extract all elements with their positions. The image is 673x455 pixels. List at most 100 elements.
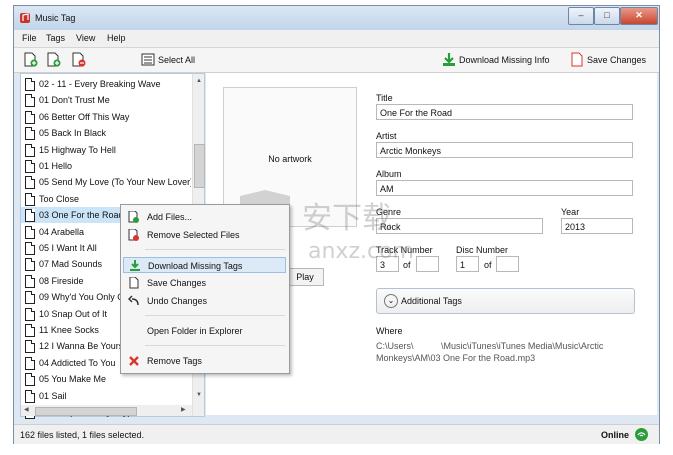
file-name: 02 - 11 - Every Breaking Wave — [39, 79, 161, 89]
document-icon — [25, 373, 35, 387]
year-label: Year — [561, 207, 580, 217]
file-list-item[interactable]: 02 - 11 - Every Breaking Wave — [21, 76, 191, 92]
ctx-open-folder[interactable]: Open Folder in Explorer — [123, 323, 286, 339]
file-list-item[interactable]: 06 Better Off This Way — [21, 109, 191, 125]
ctx-remove-selected-files[interactable]: Remove Selected Files — [123, 227, 286, 243]
status-bar: 162 files listed, 1 files selected. Onli… — [14, 424, 659, 444]
ctx-download-missing-tags-label: Download Missing Tags — [148, 261, 243, 271]
svg-text:anxz.com: anxz.com — [308, 239, 414, 264]
document-icon — [25, 143, 35, 157]
toolbar: Select All Download Missing Info Save Ch… — [14, 48, 659, 73]
maximize-button[interactable]: □ — [594, 7, 620, 25]
file-list-item[interactable]: 01 Don't Trust Me — [21, 92, 191, 108]
file-name: 01 Sail — [39, 390, 67, 401]
document-icon — [25, 209, 35, 223]
menu-file[interactable]: File — [22, 33, 37, 43]
title-field[interactable]: One For the Road — [376, 104, 633, 120]
artist-label: Artist — [376, 131, 397, 141]
ctx-remove-tags[interactable]: Remove Tags — [123, 353, 286, 369]
download-missing-info-button[interactable]: Download Missing Info — [459, 55, 550, 65]
where-label: Where — [376, 326, 403, 336]
save-changes-button[interactable]: Save Changes — [587, 55, 646, 65]
file-name: 06 Better Off This Way — [39, 111, 130, 122]
play-button[interactable]: Play — [286, 268, 324, 286]
select-all-button[interactable]: Select All — [158, 55, 195, 65]
remove-files-icon — [128, 229, 139, 241]
menu-help[interactable]: Help — [107, 33, 126, 43]
ctx-add-files[interactable]: Add Files... — [123, 209, 286, 225]
title-label: Title — [376, 93, 393, 103]
file-name: 05 Back In Black — [39, 128, 107, 139]
document-icon — [25, 389, 35, 403]
online-status-icon — [635, 428, 648, 441]
document-icon — [25, 192, 35, 206]
menu-view[interactable]: View — [76, 33, 95, 43]
hscroll-thumb[interactable] — [35, 407, 137, 416]
ctx-add-files-label: Add Files... — [147, 212, 193, 222]
file-name: 05 Send My Love (To Your New Lover) — [39, 177, 191, 188]
save-icon[interactable] — [570, 52, 584, 67]
chevron-down-icon: ⌄ — [384, 294, 398, 308]
file-name: Too Close — [39, 193, 80, 204]
album-label: Album — [376, 169, 402, 179]
document-icon — [25, 340, 35, 354]
additional-tags-label: Additional Tags — [401, 296, 462, 306]
document-icon — [25, 78, 35, 91]
document-icon — [25, 110, 35, 124]
additional-tags-button[interactable]: ⌄ Additional Tags — [376, 288, 635, 314]
window-title: Music Tag — [35, 13, 76, 23]
document-icon — [25, 127, 35, 141]
remove-files-icon[interactable] — [72, 52, 86, 67]
disc-number-label: Disc Number — [456, 245, 509, 255]
disc-total-field[interactable] — [496, 256, 519, 272]
ctx-remove-tags-label: Remove Tags — [147, 356, 202, 366]
ctx-save-changes[interactable]: Save Changes — [123, 275, 286, 291]
ctx-undo-changes-label: Undo Changes — [147, 296, 208, 306]
document-icon — [25, 258, 35, 272]
document-icon — [25, 356, 35, 370]
year-field[interactable]: 2013 — [561, 218, 633, 234]
file-list-item[interactable]: 05 Back In Black — [21, 125, 191, 141]
ctx-save-changes-label: Save Changes — [147, 278, 207, 288]
ctx-separator — [145, 315, 285, 316]
select-all-icon[interactable] — [141, 52, 155, 67]
ctx-undo-changes[interactable]: Undo Changes — [123, 293, 286, 309]
status-text: 162 files listed, 1 files selected. — [20, 430, 145, 440]
file-list-item[interactable]: 01 Sail — [21, 388, 191, 404]
file-name: 15 Highway To Hell — [39, 144, 116, 155]
file-list-item[interactable]: 15 Highway To Hell — [21, 142, 191, 158]
add-folder-icon[interactable] — [47, 52, 61, 67]
add-files-icon[interactable] — [24, 52, 38, 67]
file-path-line1: C:\Users\ \Music\iTunes\iTunes Media\Mus… — [376, 341, 604, 351]
menu-bar: File Tags View Help — [14, 30, 659, 48]
file-name: 01 Don't Trust Me — [39, 95, 110, 106]
horizontal-scrollbar[interactable]: ◀ ▶ — [21, 405, 192, 416]
document-icon — [129, 277, 139, 289]
no-artwork-label: No artwork — [268, 154, 312, 164]
ctx-separator — [145, 249, 285, 250]
ctx-open-folder-label: Open Folder in Explorer — [147, 326, 243, 336]
download-icon[interactable] — [442, 52, 456, 67]
music-tag-app-icon — [20, 13, 30, 23]
title-bar: Music Tag – □ ✕ — [14, 6, 659, 30]
context-menu: Add Files... Remove Selected Files Downl… — [120, 204, 290, 374]
file-list-item[interactable]: 05 Send My Love (To Your New Lover) — [21, 174, 191, 190]
minimize-button[interactable]: – — [568, 7, 594, 25]
artist-field[interactable]: Arctic Monkeys — [376, 142, 633, 158]
ctx-download-missing-tags[interactable]: Download Missing Tags — [123, 257, 286, 273]
menu-tags[interactable]: Tags — [46, 33, 65, 43]
document-icon — [25, 324, 35, 337]
undo-icon — [128, 295, 139, 306]
online-label: Online — [601, 430, 630, 440]
red-x-icon — [129, 356, 139, 366]
file-name: 05 You Make Me — [39, 374, 107, 385]
download-icon — [130, 260, 140, 271]
file-list-item[interactable]: 01 Hello — [21, 158, 191, 174]
disc-of-label: of — [484, 260, 492, 270]
close-button[interactable]: ✕ — [620, 7, 658, 25]
scroll-thumb[interactable] — [194, 144, 205, 188]
add-files-icon — [128, 211, 139, 223]
document-icon — [25, 176, 35, 190]
ctx-separator — [145, 345, 285, 346]
disc-number-field[interactable]: 1 — [456, 256, 479, 272]
